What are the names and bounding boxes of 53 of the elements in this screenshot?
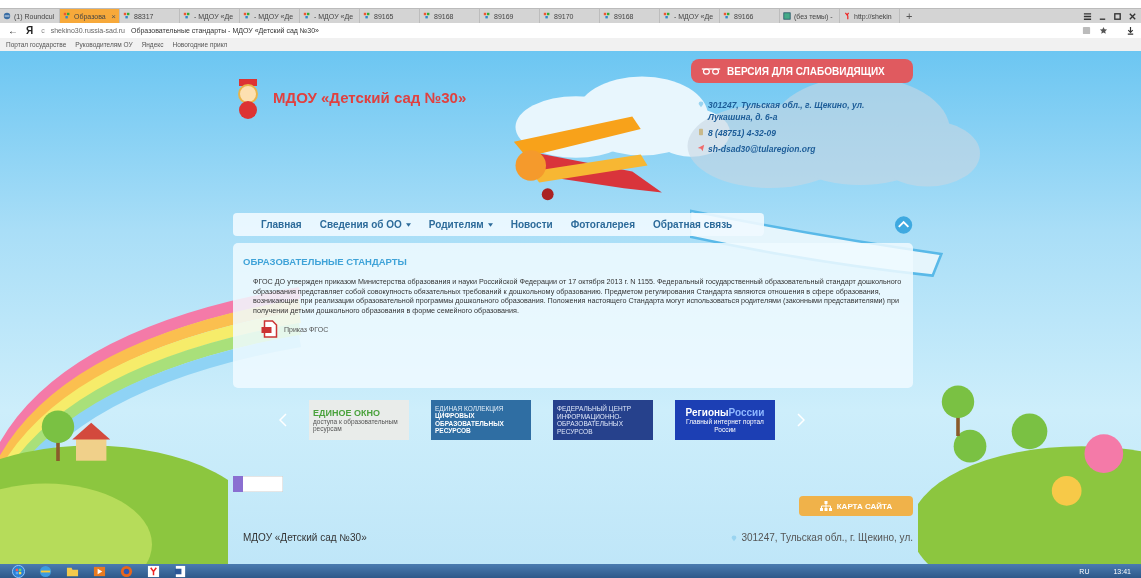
squares-icon xyxy=(603,12,611,20)
contact-text: 301247, Тульская обл., г. Щекино, ул. Лукашина, д. 6-а xyxy=(708,99,866,123)
squares-icon xyxy=(423,12,431,20)
accessibility-button[interactable]: ВЕРСИЯ ДЛЯ СЛАБОВИДЯЩИХ xyxy=(691,59,913,83)
nav-link[interactable]: Обратная связь xyxy=(653,219,733,230)
article-heading: ОБРАЗОВАТЕЛЬНЫЕ СТАНДАРТЫ xyxy=(243,256,408,267)
location-pin-icon xyxy=(730,534,739,542)
yandex-icon[interactable] xyxy=(147,565,160,578)
location-pin-icon xyxy=(697,100,705,108)
menu-icon[interactable] xyxy=(1083,11,1092,21)
visit-counter-icon xyxy=(233,476,283,492)
back-button[interactable]: ← xyxy=(8,24,18,37)
glasses-icon xyxy=(701,66,721,76)
yandex-home-button[interactable]: Я xyxy=(26,24,34,37)
contact-text: sh-dsad30@tularegion.org xyxy=(708,143,816,155)
squares-icon xyxy=(483,12,491,20)
pdf-file-icon xyxy=(261,320,278,338)
new-tab-button[interactable]: + xyxy=(906,10,913,22)
phone-icon xyxy=(697,128,705,136)
squares-icon xyxy=(183,12,191,20)
start-button-icon[interactable] xyxy=(12,565,25,578)
squares-icon xyxy=(363,12,371,20)
squares-icon xyxy=(663,12,671,20)
squares-icon xyxy=(543,12,551,20)
nav-link[interactable]: Сведения об ОО xyxy=(319,219,411,230)
caret-icon xyxy=(405,222,411,227)
globe-icon[interactable] xyxy=(39,565,52,578)
maximize-icon[interactable] xyxy=(1113,11,1122,21)
footer-address: 301247, Тульская обл., г. Щекино, ул. xyxy=(730,532,913,543)
play-icon[interactable] xyxy=(93,565,106,578)
picture-icon xyxy=(783,12,791,20)
star-icon[interactable] xyxy=(1099,26,1108,35)
paper-plane-icon xyxy=(697,144,705,152)
squares-icon xyxy=(303,12,311,20)
document-icon[interactable] xyxy=(174,565,187,578)
close-icon[interactable] xyxy=(1128,11,1137,21)
squares-icon xyxy=(63,12,71,20)
squares-icon xyxy=(123,12,131,20)
caret-icon xyxy=(487,222,493,227)
squares-icon xyxy=(243,12,251,20)
scroll-up-icon[interactable] xyxy=(893,214,913,235)
footer-name: МДОУ «Детский сад №30» xyxy=(243,532,367,543)
tab-close-button[interactable]: × xyxy=(111,11,116,21)
yandex-icon xyxy=(843,12,851,20)
download-icon[interactable] xyxy=(1126,26,1135,35)
hierarchy-icon xyxy=(819,501,832,511)
contact-text: 8 (48751) 4-32-09 xyxy=(708,127,777,139)
nav-link[interactable]: Главная xyxy=(261,219,302,230)
nav-link[interactable]: Родителям xyxy=(428,219,493,230)
mail-icon xyxy=(3,12,11,20)
nav-link[interactable]: Новости xyxy=(510,219,553,230)
nav-link[interactable]: Фотогалерея xyxy=(570,219,635,230)
squares-icon xyxy=(723,12,731,20)
